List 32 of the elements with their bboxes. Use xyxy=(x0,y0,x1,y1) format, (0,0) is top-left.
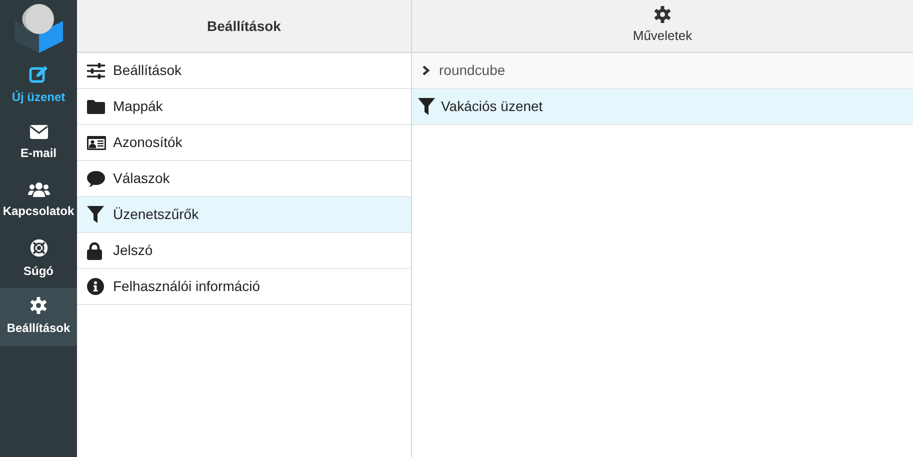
filter-set-name: roundcube xyxy=(439,61,506,80)
filter-icon xyxy=(87,206,104,223)
nav-item[interactable]: Kapcsolatok xyxy=(0,172,77,230)
settings-icon xyxy=(30,297,47,314)
actions-button[interactable]: Műveletek xyxy=(632,6,692,46)
nav-item[interactable]: Beállítások xyxy=(0,288,77,346)
filter-icon xyxy=(418,98,435,115)
speech-bubble-icon xyxy=(87,170,105,186)
chevron-right-icon xyxy=(422,65,430,76)
sliders-icon xyxy=(87,62,105,78)
settings-item[interactable]: Beállítások xyxy=(77,53,411,89)
logo-icon xyxy=(12,3,64,53)
id-card-icon xyxy=(87,136,106,150)
settings-item[interactable]: Jelszó xyxy=(77,233,411,269)
info-icon xyxy=(87,278,104,295)
folder-icon xyxy=(87,100,105,114)
settings-item[interactable]: Üzenetszűrők xyxy=(77,197,411,233)
envelope-icon xyxy=(30,124,48,138)
settings-icon xyxy=(654,6,671,24)
panel-title: Beállítások xyxy=(207,16,281,36)
nav-item[interactable]: E-mail xyxy=(0,114,77,172)
filter-set-row[interactable]: roundcube xyxy=(412,53,913,89)
lifebuoy-icon xyxy=(30,238,48,256)
settings-item[interactable]: Felhasználói információ xyxy=(77,269,411,305)
nav-item[interactable]: Új üzenet xyxy=(0,56,77,114)
pencil-square-icon xyxy=(28,64,48,82)
people-icon xyxy=(28,182,50,197)
settings-item[interactable]: Mappák xyxy=(77,89,411,125)
settings-item[interactable]: Azonosítók xyxy=(77,125,411,161)
nav-item[interactable]: Súgó xyxy=(0,230,77,288)
filter-item[interactable]: Vakációs üzenet xyxy=(412,89,913,125)
lock-icon xyxy=(87,242,102,260)
